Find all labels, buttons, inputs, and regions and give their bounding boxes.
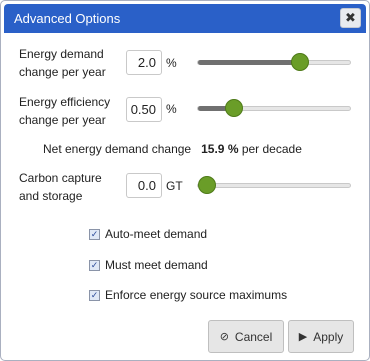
enforce-maximums-label: Enforce energy source maximums [105,288,288,302]
net-demand-change: Net energy demand change 15.9 % per deca… [43,142,302,156]
must-meet-demand-label: Must meet demand [105,258,208,272]
apply-button[interactable]: ▶ Apply [288,320,354,353]
net-change-suffix: per decade [241,142,302,156]
demand-input[interactable]: 2.0 [126,50,162,75]
must-meet-demand-checkbox[interactable]: ✓ [89,260,100,271]
efficiency-input[interactable]: 0.50 [126,97,162,122]
close-button[interactable]: ✖ [340,8,361,28]
efficiency-unit: % [166,102,177,116]
demand-slider[interactable] [197,53,351,71]
demand-unit: % [166,56,177,70]
ccs-label: Carbon capture and storage [19,169,102,205]
play-icon: ▶ [298,331,308,343]
title-bar: Advanced Options ✖ [4,4,366,33]
apply-button-label: Apply [313,329,344,344]
advanced-options-dialog: Advanced Options ✖ Energy demand change … [0,0,370,361]
demand-label: Energy demand change per year [19,45,106,81]
ccs-slider-handle[interactable] [198,176,216,194]
demand-label-line1: Energy demand [19,47,104,61]
ccs-slider[interactable] [197,176,351,194]
ccs-unit: GT [166,179,183,193]
cancel-icon: ⊘ [219,331,229,343]
efficiency-label-line2: change per year [19,113,106,127]
net-change-label: Net energy demand change [43,142,192,156]
close-icon: ✖ [345,10,356,25]
ccs-input[interactable]: 0.0 [126,173,162,198]
net-change-value: 15.9 % [201,142,239,156]
auto-meet-demand-label: Auto-meet demand [105,227,208,241]
efficiency-label: Energy efficiency change per year [19,93,110,129]
ccs-label-line1: Carbon capture [19,171,102,185]
efficiency-slider-handle[interactable] [225,99,244,117]
efficiency-slider[interactable] [197,99,351,117]
efficiency-label-line1: Energy efficiency [19,95,111,109]
demand-slider-handle[interactable] [290,53,309,71]
enforce-maximums-checkbox[interactable]: ✓ [89,290,100,301]
auto-meet-demand-checkbox[interactable]: ✓ [89,229,100,240]
demand-label-line2: change per year [19,65,106,79]
cancel-button[interactable]: ⊘ Cancel [208,320,284,353]
demand-slider-fill [198,60,300,65]
cancel-button-label: Cancel [234,329,273,344]
ccs-label-line2: and storage [19,189,83,203]
dialog-title: Advanced Options [14,11,121,26]
